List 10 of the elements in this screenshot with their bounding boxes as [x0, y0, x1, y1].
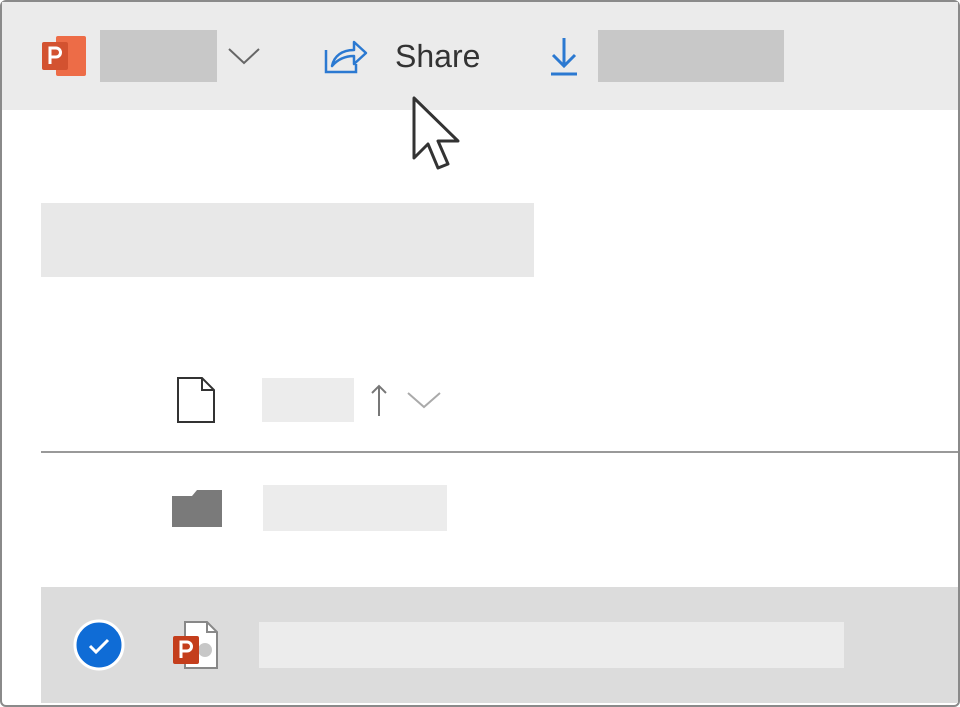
- checkmark-circle-icon[interactable]: [73, 619, 125, 671]
- file-icon: [176, 376, 216, 424]
- share-icon: [323, 38, 369, 74]
- share-button[interactable]: Share: [323, 26, 480, 86]
- presentation-file-icon: [171, 620, 219, 670]
- sort-up-arrow-icon[interactable]: [370, 383, 388, 417]
- file-row[interactable]: [41, 587, 958, 703]
- chevron-down-icon[interactable]: [406, 391, 442, 409]
- folder-icon: [171, 488, 223, 528]
- chevron-down-icon[interactable]: [227, 47, 261, 65]
